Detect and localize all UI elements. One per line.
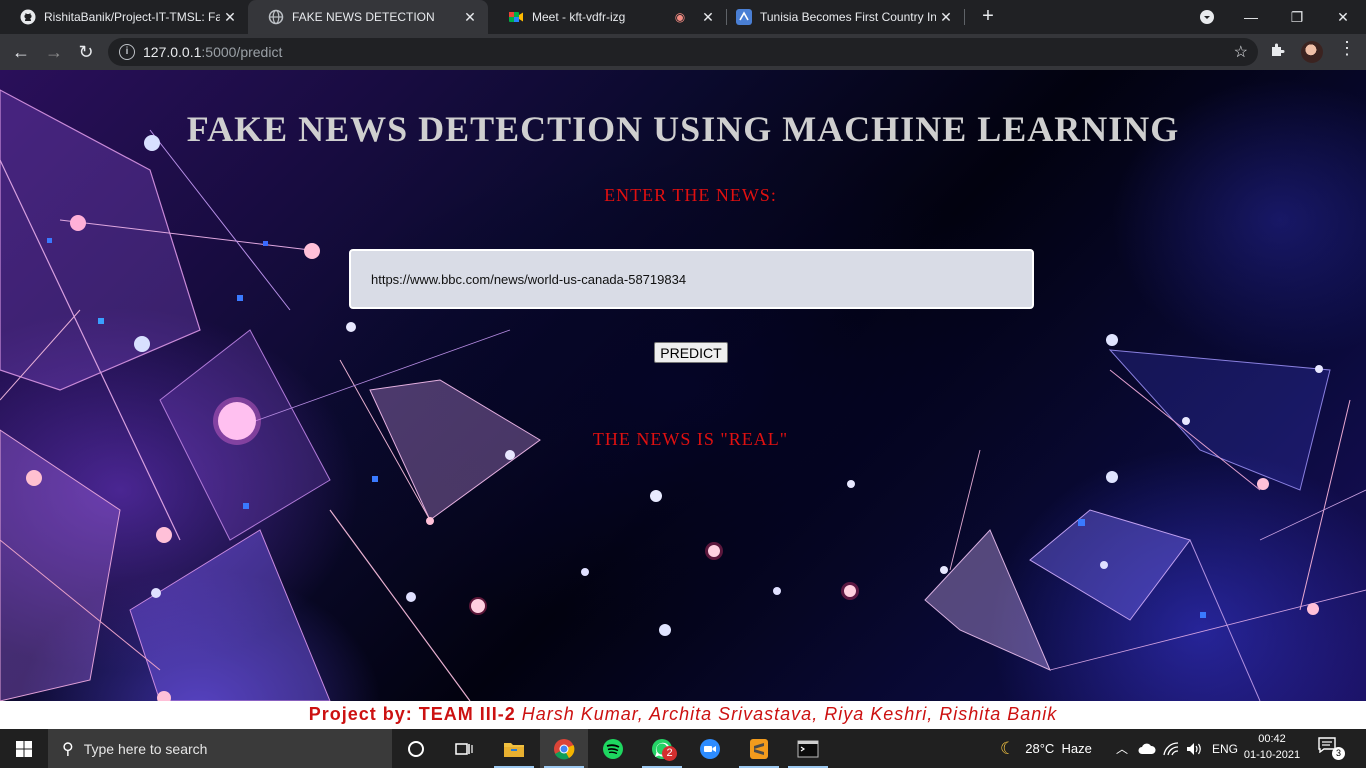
github-icon: [20, 9, 36, 25]
windows-start-button[interactable]: [0, 729, 48, 768]
chrome-button[interactable]: [540, 729, 588, 768]
new-tab-button[interactable]: +: [976, 5, 1000, 29]
taskbar-search-box[interactable]: ⚲ Type here to search: [48, 729, 392, 768]
minimize-button[interactable]: —: [1228, 0, 1274, 34]
tab-title: FAKE NEWS DETECTION: [292, 10, 435, 24]
zoom-button[interactable]: [686, 729, 734, 768]
news-input[interactable]: [349, 249, 1034, 309]
spotify-icon: [603, 738, 623, 759]
close-window-button[interactable]: ✕: [1320, 0, 1366, 34]
weather-text: 28°C Haze: [1025, 741, 1092, 756]
article-icon: [736, 9, 752, 25]
onedrive-icon[interactable]: [1138, 729, 1156, 768]
browser-tab-strip: RishitaBanik/Project-IT-TMSL: Fak ✕ FAKE…: [0, 0, 1366, 34]
whatsapp-button[interactable]: 2: [638, 729, 686, 768]
tab-search-button[interactable]: [1184, 0, 1230, 34]
task-view-button[interactable]: [440, 729, 488, 768]
windows-taskbar: ⚲ Type here to search 2 ☾ 28°C Haze ︿ EN…: [0, 729, 1366, 768]
page-viewport: FAKE NEWS DETECTION USING MACHINE LEARNI…: [0, 70, 1366, 701]
windows-logo-icon: [16, 740, 32, 757]
chevron-down-icon: [1200, 10, 1214, 24]
search-placeholder: Type here to search: [83, 740, 208, 757]
zoom-icon: [700, 738, 720, 759]
profile-avatar[interactable]: [1301, 41, 1323, 63]
back-button[interactable]: ←: [9, 40, 33, 64]
tab-fake-news-detection[interactable]: FAKE NEWS DETECTION ✕: [248, 0, 488, 34]
tab-github[interactable]: RishitaBanik/Project-IT-TMSL: Fak ✕: [0, 0, 248, 34]
tab-separator: [964, 9, 965, 25]
cortana-circle-icon: [408, 740, 424, 757]
language-indicator[interactable]: ENG: [1212, 729, 1238, 768]
show-hidden-icons-button[interactable]: ︿: [1116, 729, 1128, 768]
team-member-names: Harsh Kumar, Archita Srivastava, Riya Ke…: [521, 704, 1058, 724]
chevron-up-icon: ︿: [1116, 742, 1129, 756]
globe-icon: [268, 9, 284, 25]
tab-title: Meet - kft-vdfr-izg: [532, 10, 626, 24]
project-team-label: Project by: TEAM III-2: [308, 704, 516, 724]
tab-title: RishitaBanik/Project-IT-TMSL: Fak: [44, 10, 220, 24]
extensions-puzzle-icon[interactable]: [1270, 42, 1286, 62]
cortana-button[interactable]: [392, 729, 440, 768]
project-credits-footer: Project by: TEAM III-2 Harsh Kumar, Arch…: [0, 701, 1366, 729]
tab-title: Tunisia Becomes First Country In: [760, 10, 936, 24]
chrome-icon: [554, 738, 575, 759]
forward-button[interactable]: →: [42, 40, 66, 64]
geometric-background: [0, 89, 1366, 701]
info-icon[interactable]: i: [119, 44, 135, 60]
bookmark-star-icon[interactable]: ☆: [1234, 42, 1248, 62]
menu-kebab-icon[interactable]: ⋮: [1338, 38, 1356, 59]
recording-indicator-icon: ◉: [674, 10, 686, 24]
close-tab-icon[interactable]: ✕: [220, 9, 240, 26]
notification-count-badge: 3: [1332, 747, 1345, 760]
task-view-icon: [455, 742, 473, 755]
prediction-result: THE NEWS IS "REAL": [592, 429, 789, 449]
url-host: 127.0.0.1: [143, 44, 202, 60]
tab-google-meet[interactable]: Meet - kft-vdfr-izg ◉ ✕: [488, 0, 726, 34]
tab-tunisia-article[interactable]: Tunisia Becomes First Country In ✕: [716, 0, 964, 34]
weather-moon-icon: ☾: [1000, 738, 1016, 758]
action-center-button[interactable]: 3: [1318, 737, 1346, 760]
close-tab-icon[interactable]: ✕: [698, 9, 718, 26]
close-tab-icon[interactable]: ✕: [936, 9, 956, 26]
terminal-button[interactable]: [784, 729, 832, 768]
page-title: FAKE NEWS DETECTION USING MACHINE LEARNI…: [186, 109, 1180, 149]
clock-time: 00:42: [1258, 733, 1286, 745]
google-meet-icon: [508, 9, 524, 25]
file-explorer-button[interactable]: [490, 729, 538, 768]
url-path: :5000/predict: [201, 44, 283, 60]
whatsapp-unread-badge: 2: [662, 746, 677, 761]
search-icon: ⚲: [62, 740, 74, 758]
weather-widget[interactable]: ☾ 28°C Haze: [1000, 729, 1092, 768]
volume-icon[interactable]: [1186, 729, 1204, 768]
folder-icon: [504, 742, 524, 757]
wifi-icon[interactable]: [1163, 729, 1179, 768]
reload-button[interactable]: ↻: [74, 40, 98, 64]
system-clock[interactable]: 00:42 01-10-2021: [1240, 731, 1304, 763]
address-bar[interactable]: i 127.0.0.1:5000/predict ☆: [108, 38, 1258, 66]
close-tab-icon[interactable]: ✕: [460, 9, 480, 26]
clock-date: 01-10-2021: [1243, 749, 1301, 761]
sublime-text-button[interactable]: [735, 729, 783, 768]
spotify-button[interactable]: [589, 729, 637, 768]
enter-news-label: ENTER THE NEWS:: [604, 185, 777, 205]
terminal-icon: [797, 740, 819, 757]
browser-toolbar: ← → ↻ i 127.0.0.1:5000/predict ☆: [0, 34, 1366, 70]
restore-button[interactable]: ❐: [1274, 0, 1320, 34]
predict-button[interactable]: PREDICT: [654, 342, 728, 363]
sublime-text-icon: [750, 738, 768, 759]
